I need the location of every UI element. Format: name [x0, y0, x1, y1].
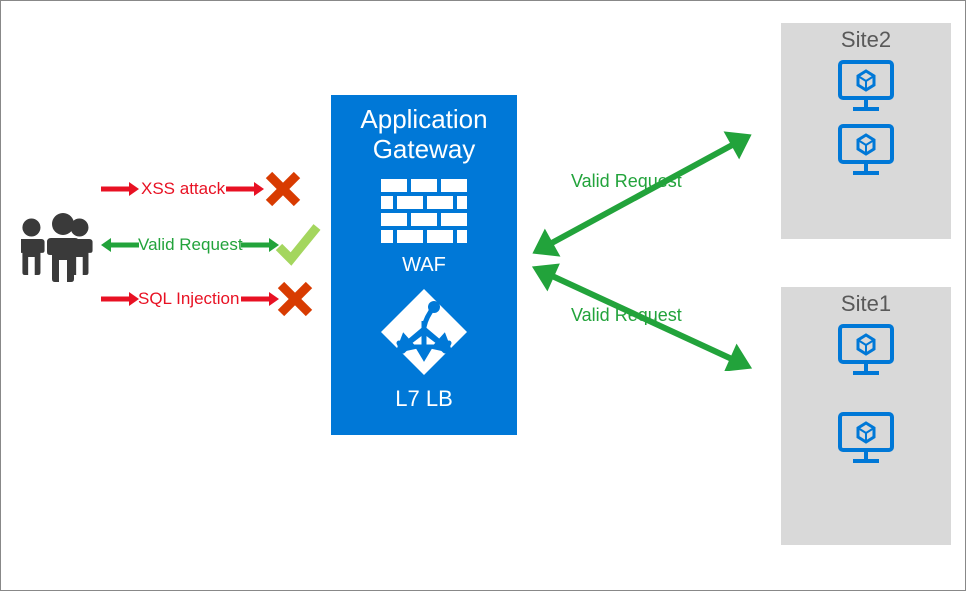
users-icon: [21, 210, 105, 284]
outbound-arrows: [517, 111, 777, 376]
valid-request-label: Valid Request: [138, 235, 243, 255]
valid-check-icon: [273, 219, 321, 272]
valid-arrow-left: [101, 237, 139, 258]
sqli-reject-icon: [277, 281, 313, 322]
gateway-title-line1: Application: [360, 104, 487, 134]
outbound-valid-top: Valid Request: [571, 171, 682, 192]
gateway-title: Application Gateway: [331, 105, 517, 165]
gateway-title-line2: Gateway: [373, 134, 476, 164]
site2-box: Site2: [781, 23, 951, 239]
xss-arrow-left: [101, 181, 139, 202]
xss-arrow-right: [226, 181, 264, 202]
vm-icon: [837, 323, 895, 377]
firewall-icon: [381, 179, 467, 248]
sqli-arrow-right: [241, 291, 279, 312]
sql-injection-label: SQL Injection: [138, 289, 239, 309]
application-gateway-box: Application Gateway: [331, 95, 517, 435]
site1-box: Site1: [781, 287, 951, 545]
load-balancer-icon: [379, 287, 469, 382]
diagram-canvas: XSS attack Valid Request SQL Injection: [0, 0, 966, 591]
xss-attack-label: XSS attack: [141, 179, 225, 199]
sqli-arrow-left: [101, 291, 139, 312]
vm-icon: [837, 123, 895, 177]
site2-title: Site2: [781, 27, 951, 53]
xss-reject-icon: [265, 171, 301, 212]
vm-icon: [837, 411, 895, 465]
l7-lb-label: L7 LB: [331, 386, 517, 412]
site1-title: Site1: [781, 291, 951, 317]
vm-icon: [837, 59, 895, 113]
waf-label: WAF: [331, 254, 517, 277]
outbound-valid-bottom: Valid Request: [571, 305, 682, 326]
